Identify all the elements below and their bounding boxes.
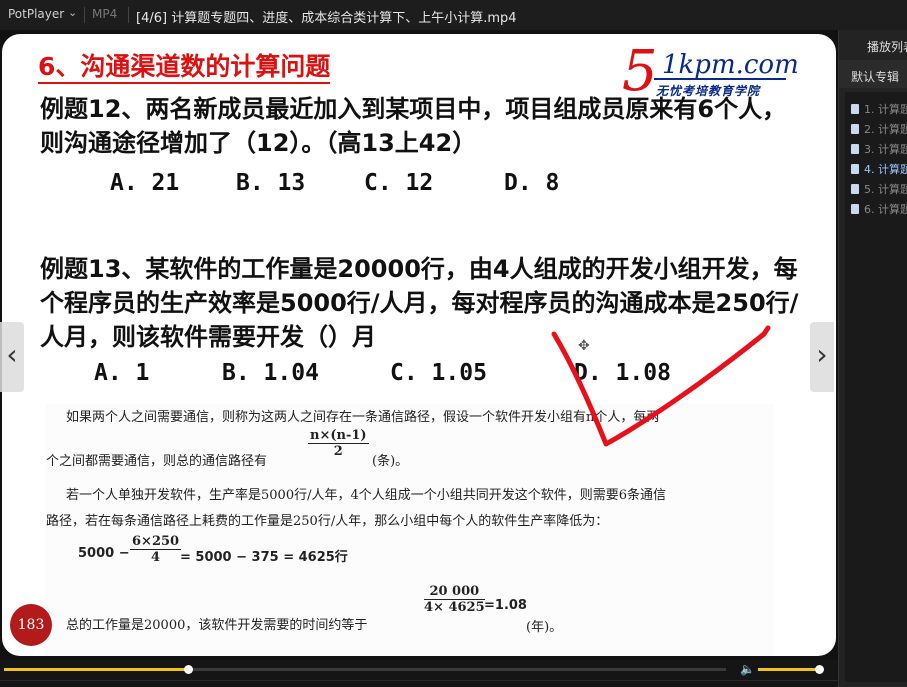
volume-icon[interactable]: 🔈 (740, 662, 755, 676)
file-icon (851, 124, 859, 134)
explanation-image: 如果两个人之间需要通信，则称为这两人之间存在一条通信路径，假设一个软件开发小组有… (46, 404, 774, 656)
formula-part: = 5000 − 375 = 4625行 (180, 550, 348, 565)
file-icon (851, 164, 859, 174)
fraction-denominator: 4× 4625 (424, 600, 485, 615)
playlist-item-label: 3. 计算题专题三 (864, 143, 907, 156)
option-b: B. 13 (236, 170, 306, 196)
explanation-line: 个之间都需要通信，则总的通信路径有 (46, 454, 268, 469)
fraction-denominator: 4 (151, 550, 161, 565)
divider (128, 7, 129, 23)
explanation-line: (年)。 (526, 620, 563, 635)
explanation-line: 如果两个人之间需要通信，则称为这两人之间存在一条通信路径，假设一个软件开发小组有… (66, 410, 660, 425)
fraction: n×(n-1) 2 (308, 428, 369, 459)
control-bar (0, 680, 838, 687)
explanation-line: 总的工作量是20000，该软件开发需要的时间约等于 (66, 618, 368, 633)
fraction-denominator: 2 (333, 444, 343, 459)
file-icon (851, 184, 859, 194)
question-12-text: 例题12、两名新成员最近加入到某项目中，项目组成员原来有6个人，则沟通途径增加了… (40, 95, 787, 157)
volume-level (758, 668, 819, 671)
fraction: 6×250 4 (130, 534, 182, 565)
playlist-item-label: 5. 计算题专题五 (864, 183, 907, 196)
move-cursor-icon: ✥ (578, 338, 590, 354)
video-area[interactable]: 6、沟通渠道数的计算问题 5 1kpm.com 无忧考培教育学院 例题12、两名… (0, 30, 838, 660)
explanation-line: (条)。 (372, 454, 409, 469)
option-a: A. 1 (94, 360, 150, 386)
tab-label: 默认专辑 (851, 70, 900, 84)
playlist-item[interactable]: 5. 计算题专题五 (851, 181, 907, 197)
fraction-numerator: n×(n-1) (308, 428, 369, 444)
option-c: C. 1.05 (390, 360, 487, 386)
previous-arrow-button[interactable]: ‹ (0, 322, 24, 392)
fraction-numerator: 20 000 (424, 584, 485, 600)
playlist-item[interactable]: 1. 计算题专题一 (851, 101, 907, 117)
fraction: 20 000 4× 4625 (424, 584, 485, 615)
explanation-line: 路径，若在每条通信路径上耗费的工作量是250行/人年，那么小组中每个人的软件生产… (46, 514, 609, 529)
playlist-title: 播放列表 (867, 40, 907, 54)
playlist-item[interactable]: 2. 计算题专题二 (851, 121, 907, 137)
title-bar: PotPlayer ⌄ MP4 [4/6] 计算题专题四、进度、成本综合类计算下… (0, 0, 907, 30)
option-c: C. 12 (364, 170, 434, 196)
option-d: D. 1.08 (574, 360, 671, 386)
option-a: A. 21 (110, 170, 180, 196)
page-number-badge: 183 (10, 604, 52, 646)
window-title: [4/6] 计算题专题四、进度、成本综合类计算下、上午小计算.mp4 (136, 11, 517, 26)
explanation-line: 若一个人单独开发软件，生产率是5000行/人年，4个人组成一个小组共同开发这个软… (66, 488, 667, 503)
fraction-numerator: 6×250 (130, 534, 182, 550)
chevron-down-icon[interactable]: ⌄ (68, 6, 77, 19)
app-menu-button[interactable]: PotPlayer (8, 7, 64, 21)
question-13-text: 例题13、某软件的工作量是20000行，由4人组成的开发小组开发，每个程序员的生… (40, 255, 799, 351)
option-d: D. 8 (504, 170, 560, 196)
option-b: B. 1.04 (222, 360, 319, 386)
logo-underline (654, 78, 786, 80)
playlist-item[interactable]: 6. 计算题专题六 (851, 201, 907, 217)
playlist-item-label: 6. 计算题专题六 (864, 203, 907, 216)
playlist-item-label: 2. 计算题专题二 (864, 123, 907, 136)
volume-handle[interactable] (815, 665, 824, 674)
slide: 6、沟通渠道数的计算问题 5 1kpm.com 无忧考培教育学院 例题12、两名… (2, 34, 836, 656)
file-icon (851, 104, 859, 114)
next-arrow-button[interactable]: › (810, 322, 834, 392)
formula-part: 5000 − (78, 546, 130, 561)
format-label: MP4 (92, 7, 118, 21)
seek-progress (4, 668, 188, 671)
playlist-item[interactable]: 4. 计算题专题四 (851, 161, 907, 177)
divider (84, 7, 85, 23)
logo-text: 1kpm.com (662, 50, 799, 80)
file-icon (851, 144, 859, 154)
playback-controls: 🔈 (0, 660, 838, 687)
playlist-item-label: 4. 计算题专题四 (864, 163, 907, 176)
playlist-item[interactable]: 3. 计算题专题三 (851, 141, 907, 157)
playlist-item-label: 1. 计算题专题一 (864, 103, 907, 116)
file-icon (851, 204, 859, 214)
slide-heading: 6、沟通渠道数的计算问题 (38, 52, 331, 84)
formula-part: =1.08 (484, 598, 527, 613)
seek-handle[interactable] (184, 665, 193, 674)
playlist-panel: 播放列表 默认专辑 1. 计算题专题一 2. 计算题专题二 3. 计算题专题三 4. … (838, 30, 907, 687)
